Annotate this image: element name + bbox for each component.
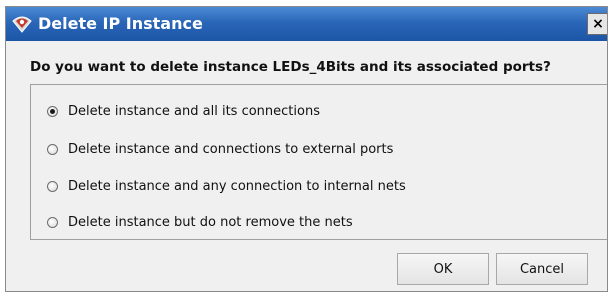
app-icon [12, 16, 32, 33]
option-delete-all-connections[interactable]: Delete instance and all its connections [47, 102, 320, 120]
ok-label: OK [433, 261, 453, 277]
delete-ip-instance-dialog: Delete IP Instance × Do you want to dele… [5, 6, 608, 292]
radio-icon[interactable] [47, 216, 58, 228]
window-title: Delete IP Instance [38, 14, 203, 33]
option-delete-internal-connections[interactable]: Delete instance and any connection to in… [47, 177, 406, 195]
option-label: Delete instance and any connection to in… [68, 178, 406, 194]
close-icon[interactable]: × [587, 13, 607, 35]
radio-icon[interactable] [47, 143, 58, 155]
cancel-label: Cancel [519, 261, 565, 277]
radio-selected-icon[interactable] [47, 105, 58, 117]
cancel-button[interactable]: Cancel [496, 253, 588, 285]
options-group: Delete instance and all its connections … [30, 84, 607, 240]
option-label: Delete instance but do not remove the ne… [68, 214, 353, 230]
option-label: Delete instance and connections to exter… [68, 141, 394, 157]
radio-icon[interactable] [47, 180, 58, 192]
title-bar[interactable]: Delete IP Instance × [6, 7, 607, 41]
ok-button[interactable]: OK [397, 253, 489, 285]
option-keep-nets[interactable]: Delete instance but do not remove the ne… [47, 213, 353, 231]
option-delete-external-connections[interactable]: Delete instance and connections to exter… [47, 140, 393, 158]
question-text: Do you want to delete instance LEDs_4Bit… [30, 59, 551, 75]
option-label: Delete instance and all its connections [68, 103, 320, 119]
